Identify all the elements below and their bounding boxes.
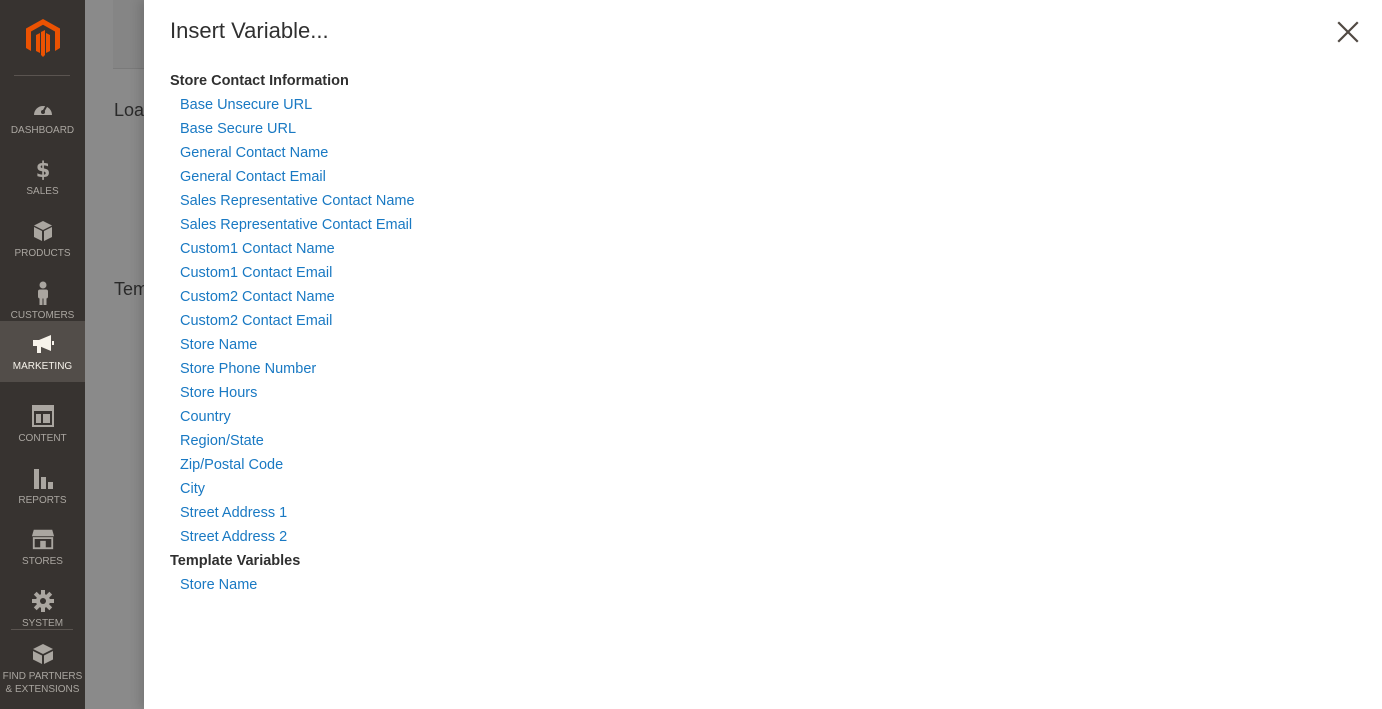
gear-icon bbox=[31, 589, 55, 613]
variable-link[interactable]: Base Unsecure URL bbox=[170, 95, 415, 119]
sidebar-item-partners[interactable]: FIND PARTNERS & EXTENSIONS bbox=[0, 635, 85, 701]
dollar-icon: $ bbox=[31, 157, 55, 181]
admin-sidebar: DASHBOARD $ SALES PRODUCTS CUSTOMERS MAR… bbox=[0, 0, 85, 709]
sidebar-item-products[interactable]: PRODUCTS bbox=[0, 208, 85, 269]
variable-link[interactable]: Street Address 2 bbox=[170, 527, 415, 551]
variable-link[interactable]: Sales Representative Contact Name bbox=[170, 191, 415, 215]
bar-chart-icon bbox=[31, 466, 55, 490]
variable-link[interactable]: General Contact Email bbox=[170, 167, 415, 191]
variable-group-title: Store Contact Information bbox=[170, 73, 349, 89]
sidebar-item-label: DASHBOARD bbox=[10, 125, 75, 136]
sidebar-item-label: MARKETING bbox=[12, 361, 73, 372]
sidebar-item-label: PRODUCTS bbox=[14, 248, 71, 259]
variable-link[interactable]: Sales Representative Contact Email bbox=[170, 215, 415, 239]
layout-icon bbox=[31, 404, 55, 428]
backdrop-heading: Tem bbox=[114, 279, 149, 299]
variable-link[interactable]: Store Name bbox=[170, 335, 415, 359]
modal-title: Insert Variable... bbox=[170, 18, 329, 43]
variable-group-title: Template Variables bbox=[170, 553, 301, 569]
close-button[interactable] bbox=[1332, 16, 1364, 48]
storefront-icon bbox=[31, 527, 55, 551]
sidebar-item-label: CONTENT bbox=[18, 433, 67, 444]
variable-list: Store Contact Information Base Unsecure U… bbox=[170, 71, 415, 599]
sidebar-item-dashboard[interactable]: DASHBOARD bbox=[0, 85, 85, 146]
variable-link[interactable]: Base Secure URL bbox=[170, 119, 415, 143]
insert-variable-modal: Insert Variable... Store Contact Informa… bbox=[144, 0, 1382, 709]
sidebar-item-marketing[interactable]: MARKETING bbox=[0, 321, 85, 382]
close-icon bbox=[1337, 21, 1359, 43]
person-icon bbox=[31, 281, 55, 305]
variable-link[interactable]: Custom2 Contact Name bbox=[170, 287, 415, 311]
variable-link[interactable]: Custom1 Contact Name bbox=[170, 239, 415, 263]
sidebar-divider bbox=[14, 75, 70, 76]
variable-link[interactable]: Region/State bbox=[170, 431, 415, 455]
dashboard-icon bbox=[31, 96, 55, 120]
sidebar-item-label: REPORTS bbox=[18, 495, 67, 506]
svg-text:$: $ bbox=[35, 158, 50, 180]
sidebar-item-label: FIND PARTNERS & EXTENSIONS bbox=[2, 671, 83, 695]
variable-link[interactable]: Store Hours bbox=[170, 383, 415, 407]
sidebar-item-content[interactable]: CONTENT bbox=[0, 393, 85, 454]
magento-logo-icon[interactable] bbox=[0, 0, 85, 75]
variable-link[interactable]: City bbox=[170, 479, 415, 503]
sidebar-item-reports[interactable]: REPORTS bbox=[0, 455, 85, 516]
cube-icon bbox=[31, 642, 55, 666]
variable-link[interactable]: Store Phone Number bbox=[170, 359, 415, 383]
variable-link[interactable]: Custom2 Contact Email bbox=[170, 311, 415, 335]
box-icon bbox=[31, 219, 55, 243]
sidebar-item-sales[interactable]: $ SALES bbox=[0, 146, 85, 207]
megaphone-icon bbox=[31, 332, 55, 356]
sidebar-item-label: SALES bbox=[26, 186, 59, 197]
variable-link[interactable]: Country bbox=[170, 407, 415, 431]
sidebar-divider bbox=[11, 629, 73, 630]
variable-link[interactable]: General Contact Name bbox=[170, 143, 415, 167]
variable-link[interactable]: Street Address 1 bbox=[170, 503, 415, 527]
variable-link[interactable]: Custom1 Contact Email bbox=[170, 263, 415, 287]
variable-link[interactable]: Zip/Postal Code bbox=[170, 455, 415, 479]
backdrop-heading: Loa bbox=[114, 100, 145, 120]
variable-link[interactable]: Store Name bbox=[170, 575, 415, 599]
sidebar-item-label: STORES bbox=[22, 556, 63, 567]
sidebar-item-stores[interactable]: STORES bbox=[0, 516, 85, 577]
